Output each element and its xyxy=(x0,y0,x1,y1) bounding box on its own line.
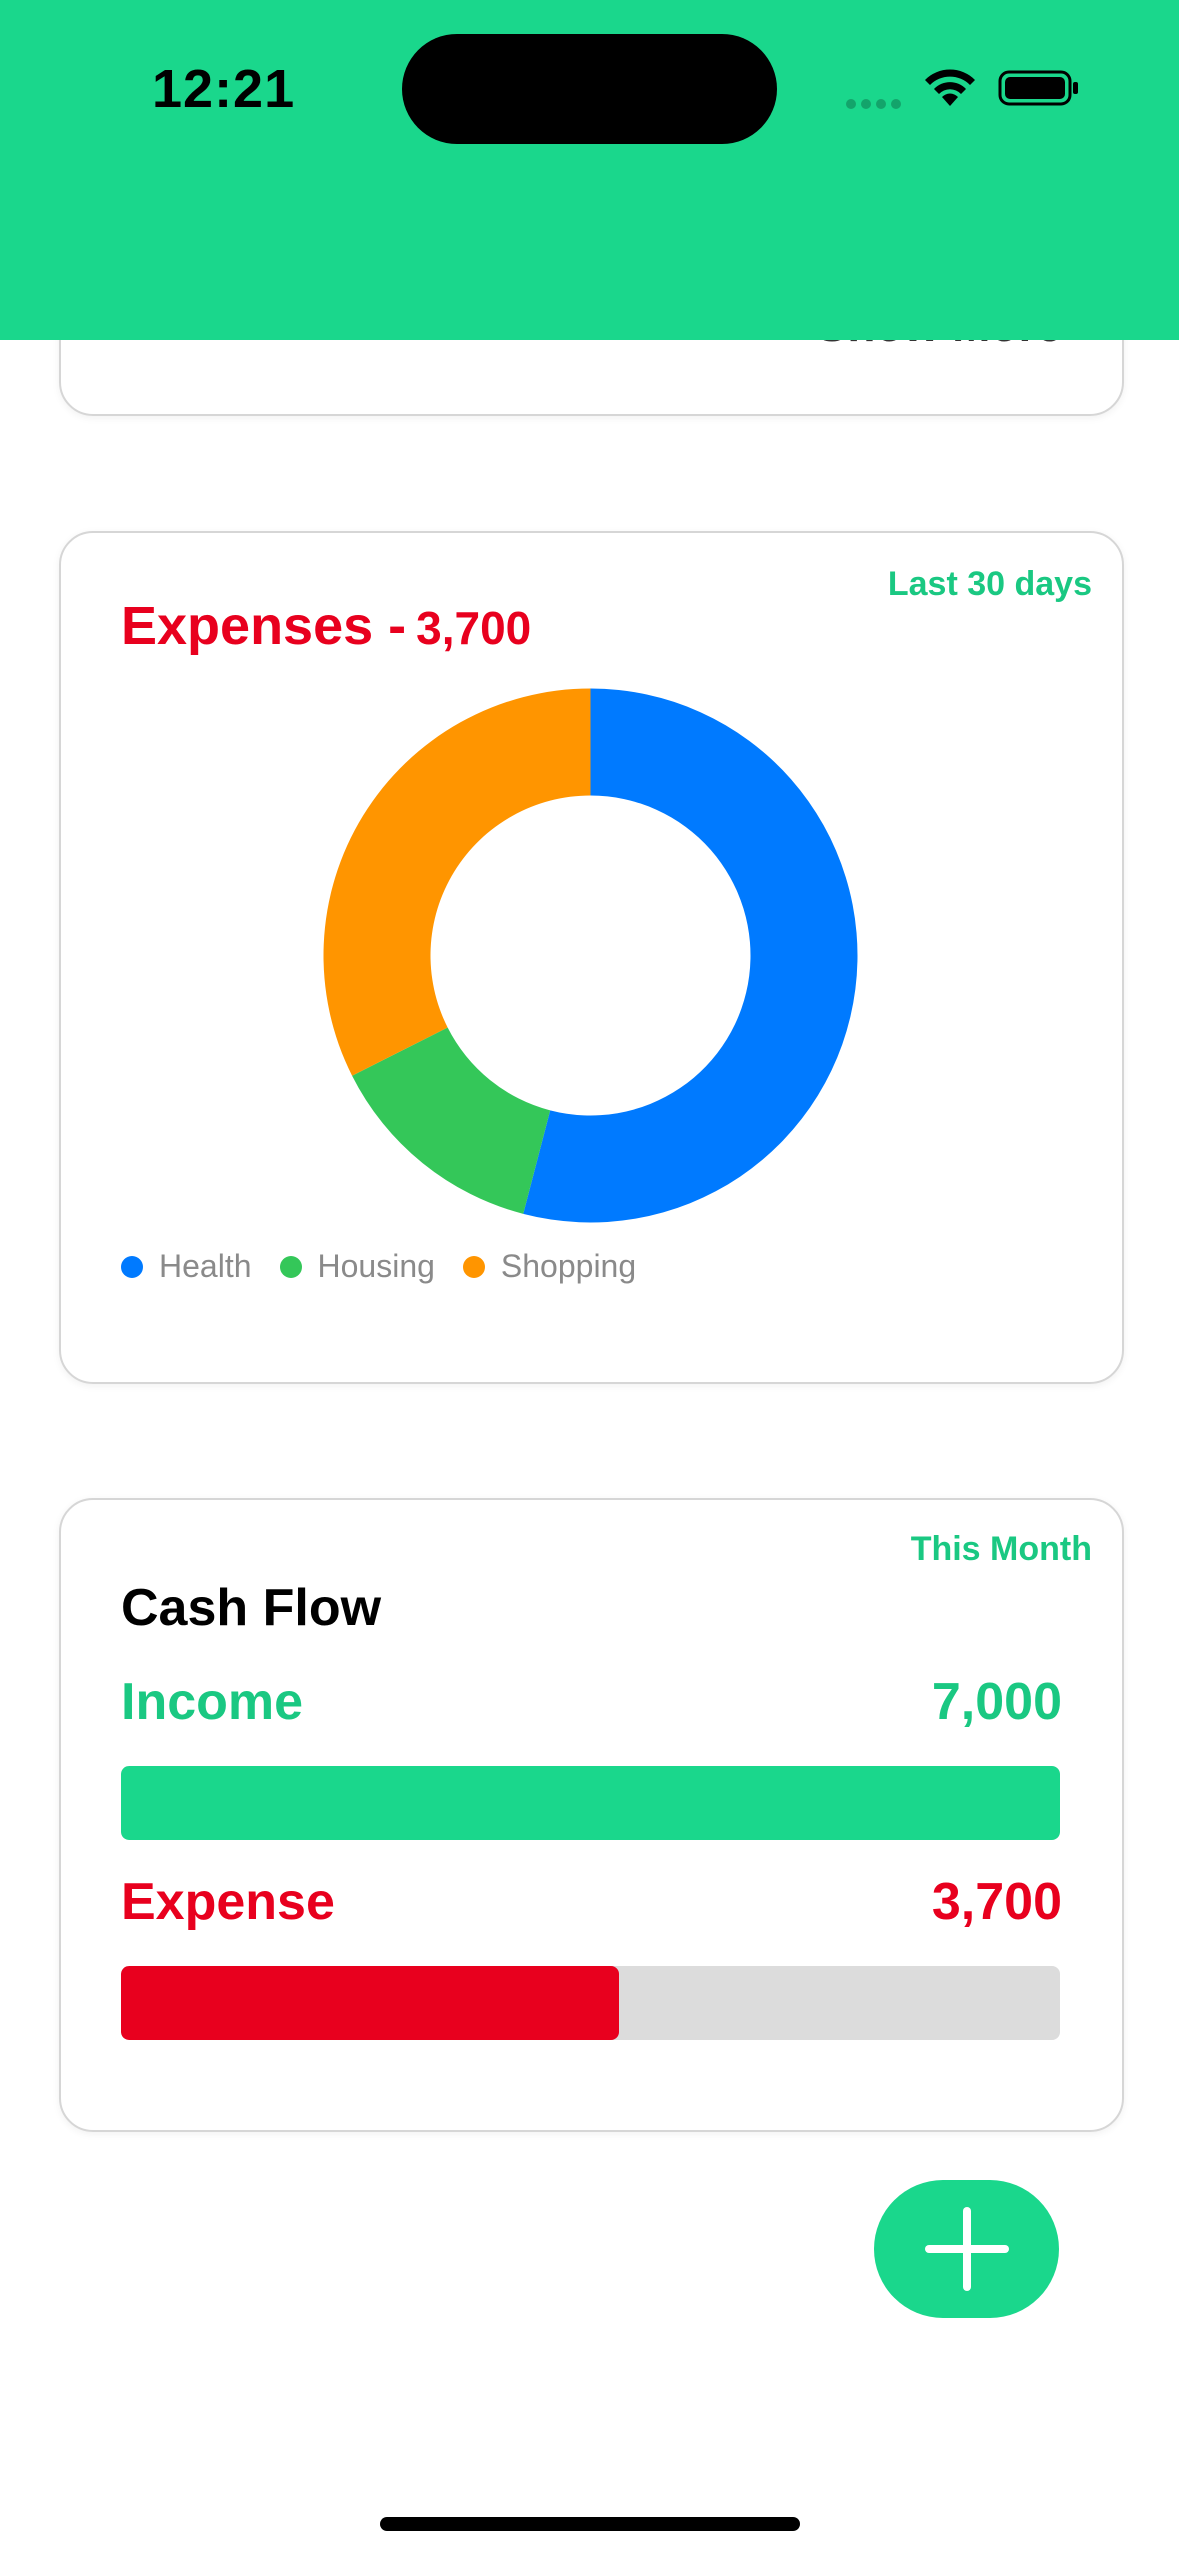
cashflow-period-filter[interactable]: This Month xyxy=(911,1530,1092,1569)
plus-icon xyxy=(924,2207,1009,2291)
chart-legend: Health Housing Shopping xyxy=(121,1248,664,1285)
expenses-donut-chart xyxy=(323,688,858,1223)
status-time: 12:21 xyxy=(152,59,296,119)
income-value: 7,000 xyxy=(931,1673,1062,1731)
expenses-card: Last 30 days Expenses -3,700 Health Housi… xyxy=(59,531,1124,1384)
expenses-title-amount: 3,700 xyxy=(416,602,532,654)
cash-flow-title: Cash Flow xyxy=(121,1579,382,1637)
expense-bar-track xyxy=(121,1966,1060,2040)
top-header: 12:21 xyxy=(0,0,1179,340)
expenses-title: Expenses -3,700 xyxy=(121,595,531,657)
legend-dot xyxy=(462,1255,485,1278)
expense-label: Expense xyxy=(121,1873,335,1931)
legend-label: Housing xyxy=(317,1248,435,1284)
cellular-signal-icon xyxy=(846,96,906,109)
cash-flow-card: This Month Cash Flow Income 7,000 Expens… xyxy=(59,1498,1124,2132)
legend-dot xyxy=(279,1255,302,1278)
legend-label: Health xyxy=(159,1248,252,1284)
donut-slice-shopping xyxy=(323,688,591,1076)
legend-item-housing: Housing xyxy=(279,1248,435,1285)
wifi-icon xyxy=(925,69,975,106)
legend-item-shopping: Shopping xyxy=(462,1248,637,1285)
legend-label: Shopping xyxy=(500,1248,637,1284)
expense-value: 3,700 xyxy=(931,1873,1062,1931)
income-bar-fill xyxy=(121,1766,1060,1840)
expenses-period-filter[interactable]: Last 30 days xyxy=(888,565,1092,604)
dynamic-island xyxy=(402,34,777,144)
income-bar-track xyxy=(121,1766,1060,1840)
expenses-title-label: Expenses - xyxy=(121,596,407,656)
battery-icon xyxy=(998,70,1078,106)
legend-dot xyxy=(121,1255,143,1278)
home-indicator xyxy=(380,2517,800,2531)
income-label: Income xyxy=(121,1673,304,1731)
expense-bar-fill xyxy=(121,1966,619,2040)
add-transaction-button[interactable] xyxy=(874,2180,1059,2318)
legend-item-health: Health xyxy=(121,1248,252,1285)
